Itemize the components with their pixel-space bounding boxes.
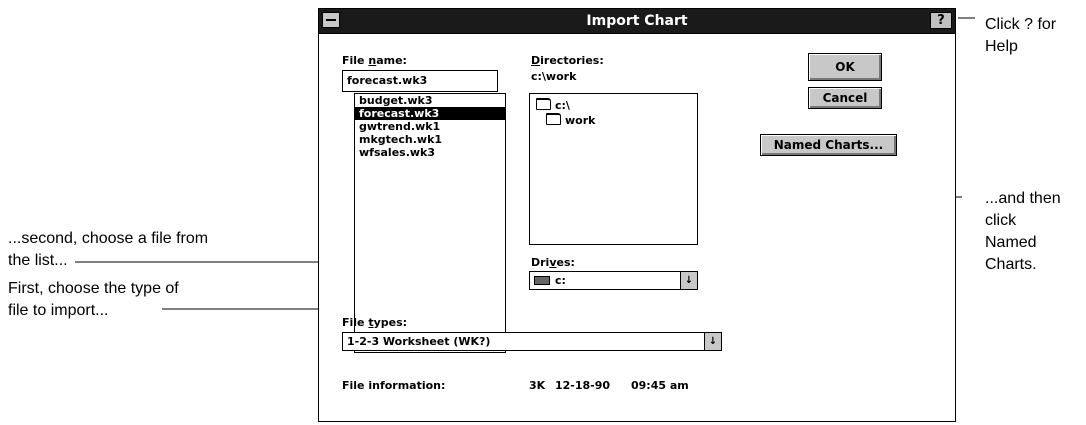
file-size: 3K — [529, 379, 546, 392]
choose-type-callout-line-1: First, choose the type of — [8, 280, 179, 297]
file-types-select[interactable]: 1-2-3 Worksheet (WK?) ↓ — [342, 332, 722, 351]
named-charts-callout-line-3: Named — [985, 234, 1037, 251]
current-directory: c:\work — [531, 70, 577, 83]
hard-drive-icon — [534, 276, 550, 285]
choose-file-callout: ...second, choose a file from the list..… — [8, 228, 208, 272]
title-bar[interactable]: Import Chart ? — [319, 9, 955, 34]
file-information-label: File information: — [342, 379, 446, 392]
directories-label: Directories: — [531, 54, 604, 67]
file-time: 09:45 am — [631, 379, 689, 392]
file-types-dropdown-arrow-icon[interactable]: ↓ — [704, 333, 721, 350]
choose-file-callout-line-2: the list... — [8, 252, 68, 269]
named-charts-button[interactable]: Named Charts... — [760, 134, 897, 156]
ok-button[interactable]: OK — [808, 53, 882, 81]
named-charts-callout: ...and then click Named Charts. — [985, 188, 1061, 276]
file-list-item[interactable]: budget.wk3 — [355, 94, 505, 107]
folder-open-icon — [536, 98, 551, 110]
directory-item-work[interactable]: work — [546, 113, 595, 128]
file-types-label: File types: — [342, 316, 408, 329]
file-name-label: File name: — [342, 54, 407, 67]
help-callout-line-2: Help — [985, 38, 1018, 55]
directory-item-root[interactable]: c:\ — [536, 98, 570, 113]
drives-select[interactable]: c: ↓ — [529, 271, 698, 290]
file-list-item[interactable]: wfsales.wk3 — [355, 146, 505, 159]
named-charts-callout-line-1: ...and then — [985, 190, 1061, 207]
named-charts-callout-line-4: Charts. — [985, 256, 1037, 273]
choose-type-callout-line-2: file to import... — [8, 302, 109, 319]
help-callout: Click ? for Help — [985, 14, 1056, 58]
named-charts-callout-line-2: click — [985, 212, 1017, 229]
drives-label: Drives: — [531, 256, 575, 269]
choose-file-callout-line-1: ...second, choose a file from — [8, 230, 209, 247]
file-date: 12-18-90 — [555, 379, 611, 392]
help-button[interactable]: ? — [930, 12, 952, 29]
drives-dropdown-arrow-icon[interactable]: ↓ — [680, 272, 697, 289]
file-list-item[interactable]: gwtrend.wk1 — [355, 120, 505, 133]
file-list[interactable]: budget.wk3 forecast.wk3 gwtrend.wk1 mkgt… — [354, 93, 506, 353]
choose-type-callout: First, choose the type of file to import… — [8, 278, 179, 322]
folder-open-icon — [546, 113, 561, 125]
file-list-item[interactable]: mkgtech.wk1 — [355, 133, 505, 146]
file-name-input[interactable]: forecast.wk3 — [342, 70, 498, 92]
import-chart-dialog: Import Chart ? File name: forecast.wk3 b… — [318, 8, 956, 422]
help-callout-line-1: Click ? for — [985, 16, 1057, 33]
dialog-title: Import Chart — [586, 13, 688, 29]
cancel-button[interactable]: Cancel — [808, 87, 882, 109]
file-list-item-selected[interactable]: forecast.wk3 — [355, 107, 505, 120]
directory-list[interactable]: c:\ work — [529, 93, 698, 245]
file-types-value: 1-2-3 Worksheet (WK?) — [347, 335, 491, 348]
